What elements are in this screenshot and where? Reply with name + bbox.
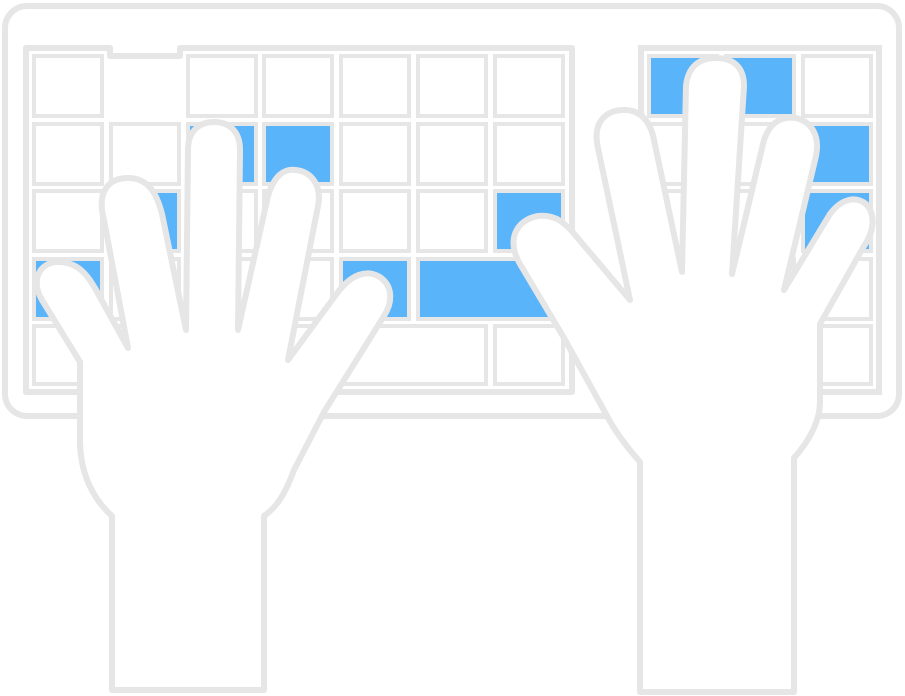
key: [801, 54, 873, 118]
key: [109, 122, 181, 186]
key: [32, 54, 104, 118]
key: [32, 189, 104, 253]
key: [32, 122, 104, 186]
key: [416, 54, 488, 118]
key: [493, 324, 565, 386]
key: [339, 54, 411, 118]
illustration-canvas: [2, 3, 902, 695]
key: [493, 54, 565, 118]
keyboard-hands-illustration: [0, 0, 905, 696]
key: [339, 122, 411, 186]
key: [493, 122, 565, 186]
key: [262, 54, 334, 118]
key: [416, 122, 488, 186]
key: [339, 189, 411, 253]
key: [186, 54, 258, 118]
key: [416, 189, 488, 253]
